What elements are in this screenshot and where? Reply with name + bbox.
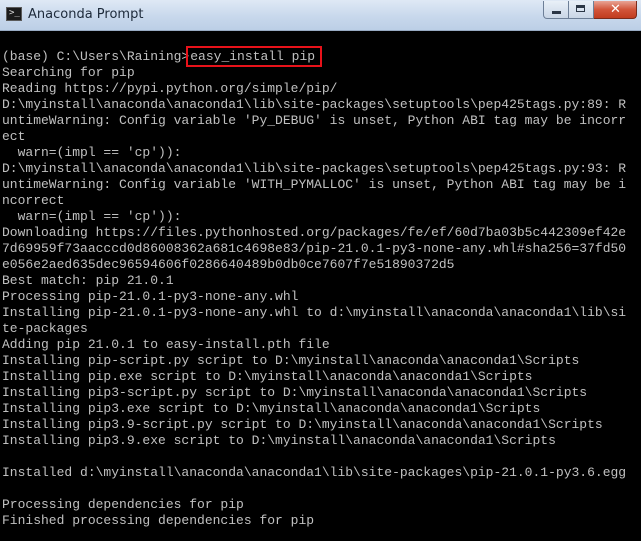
title-bar[interactable]: >_ Anaconda Prompt ✕: [0, 0, 641, 31]
command-line: (base) C:\Users\Raining>easy_install pip: [2, 46, 626, 67]
console-output-line: Adding pip 21.0.1 to easy-install.pth fi…: [2, 337, 330, 352]
console-output-line: 7d69959f73aacccd0d86008362a681c4698e83/p…: [2, 241, 627, 256]
console-output-line: Installing pip-script.py script to D:\my…: [2, 353, 580, 368]
console-output-line: Downloading https://files.pythonhosted.o…: [2, 225, 627, 240]
console-output-line: D:\myinstall\anaconda\anaconda1\lib\site…: [2, 161, 627, 176]
console-output-line: Installing pip.exe script to D:\myinstal…: [2, 369, 533, 384]
console-output-area[interactable]: (base) C:\Users\Raining>easy_install pip…: [0, 31, 641, 541]
console-output-line: Installing pip3.exe script to D:\myinsta…: [2, 401, 541, 416]
console-output-line: Finished processing dependencies for pip: [2, 513, 315, 528]
console-output-line: Installing pip3.9.exe script to D:\myins…: [2, 433, 556, 448]
console-output-line: ect: [2, 129, 26, 144]
prompt-prefix: (base) C:\Users\Raining>: [2, 49, 190, 64]
console-output-line: warn=(impl == 'cp')):: [2, 145, 182, 160]
console-output-line: Installed d:\myinstall\anaconda\anaconda…: [2, 465, 627, 480]
console-output-line: untimeWarning: Config variable 'WITH_PYM…: [2, 177, 627, 192]
console-output-line: Installing pip3-script.py script to D:\m…: [2, 385, 588, 400]
console-output-line: D:\myinstall\anaconda\anaconda1\lib\site…: [2, 97, 627, 112]
close-button[interactable]: ✕: [594, 1, 637, 19]
console-output-line: Best match: pip 21.0.1: [2, 273, 174, 288]
maximize-button[interactable]: [569, 1, 594, 19]
console-output-line: untimeWarning: Config variable 'Py_DEBUG…: [2, 113, 627, 128]
minimize-button[interactable]: [543, 1, 569, 19]
maximize-icon: [576, 5, 585, 12]
console-output-line: Processing dependencies for pip: [2, 497, 244, 512]
highlighted-command: easy_install pip: [186, 46, 323, 67]
console-output-line: [2, 481, 626, 497]
console-output-line: e056e2aed635dec96594606f0286640489b0db0c…: [2, 257, 455, 272]
console-output-line: te-packages: [2, 321, 88, 336]
close-icon: ✕: [610, 2, 621, 17]
window-controls: ✕: [543, 1, 637, 20]
console-output-line: Searching for pip: [2, 65, 135, 80]
console-output-line: Installing pip3.9-script.py script to D:…: [2, 417, 603, 432]
console-output-line: warn=(impl == 'cp')):: [2, 209, 182, 224]
console-prompt-icon: >_: [6, 7, 22, 21]
minimize-icon: [552, 11, 561, 14]
console-window: >_ Anaconda Prompt ✕ (base) C:\Users\Rai…: [0, 0, 641, 541]
console-output-line: Installing pip-21.0.1-py3-none-any.whl t…: [2, 305, 627, 320]
window-title: Anaconda Prompt: [28, 7, 144, 22]
prompt-glyph: >_: [9, 8, 20, 18]
console-output-line: ncorrect: [2, 193, 65, 208]
console-output-line: Processing pip-21.0.1-py3-none-any.whl: [2, 289, 299, 304]
console-output-line: [2, 449, 626, 465]
console-lines: (base) C:\Users\Raining>easy_install pip…: [2, 46, 627, 529]
console-output-line: Reading https://pypi.python.org/simple/p…: [2, 81, 338, 96]
